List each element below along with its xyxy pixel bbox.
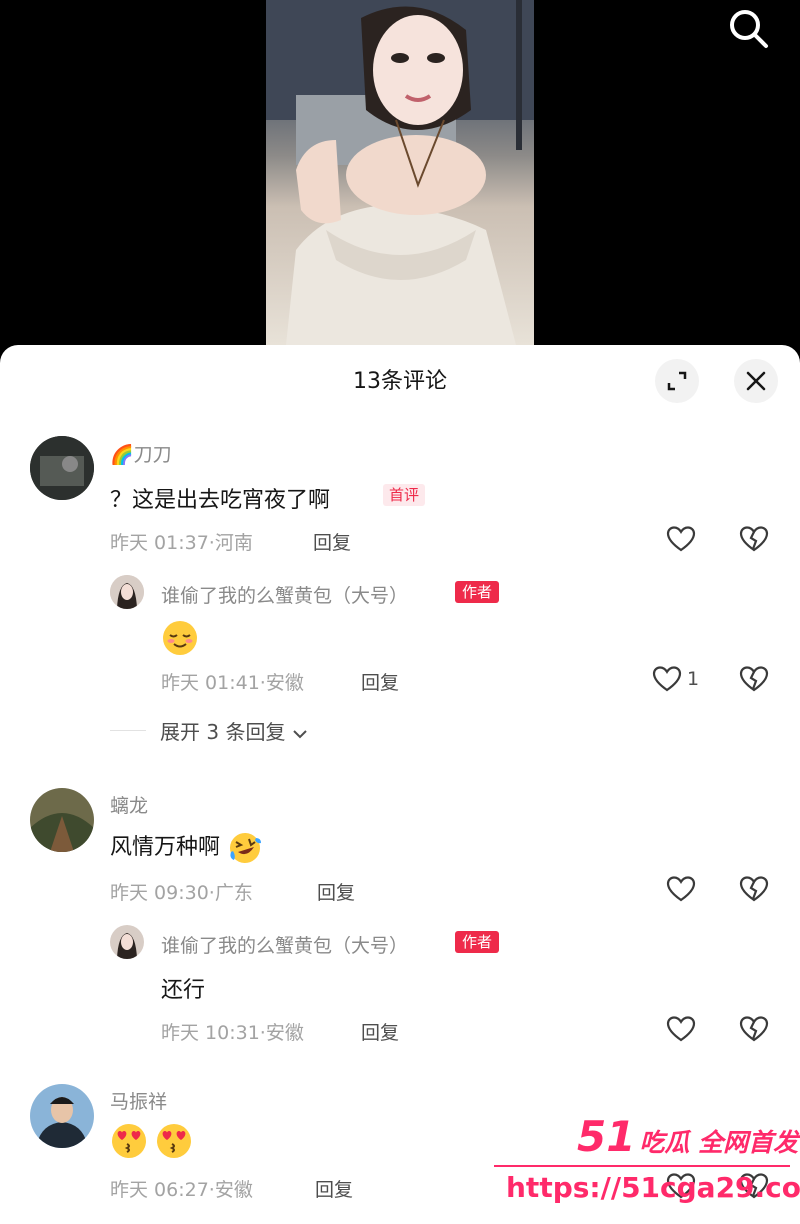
close-icon: [746, 371, 766, 391]
first-comment-badge: 首评: [383, 484, 426, 506]
reply-button[interactable]: 回复: [317, 878, 355, 905]
comment-sheet: 13条评论 🌈刀刀 ？这是出去吃宵夜了啊 首评 昨天 01:37·河南 回复 谁…: [0, 345, 800, 1224]
watermark-tagline: 吃瓜 全网首发: [639, 1128, 799, 1157]
reply-button[interactable]: 回复: [361, 668, 399, 695]
heart-icon[interactable]: [665, 523, 697, 555]
watermark-title: 51 吃瓜 全网首发: [577, 1112, 798, 1161]
like-count: 1: [687, 668, 700, 690]
close-button[interactable]: [734, 359, 778, 403]
reply-username[interactable]: 谁偷了我的么蟹黄包（大号）: [161, 581, 408, 608]
comment-text: ？这是出去吃宵夜了啊: [110, 488, 331, 513]
fullscreen-icon: [667, 371, 687, 391]
reply-button[interactable]: 回复: [313, 528, 351, 555]
broken-heart-icon[interactable]: [738, 1013, 770, 1045]
avatar[interactable]: [30, 1084, 94, 1148]
comment-username[interactable]: 螭龙: [110, 791, 148, 818]
avatar[interactable]: [110, 925, 144, 959]
comment-username[interactable]: 🌈刀刀: [110, 440, 172, 467]
heart-icon[interactable]: [665, 873, 697, 905]
comment-meta: 昨天 06:27·安徽: [110, 1179, 253, 1201]
search-icon[interactable]: [726, 6, 770, 50]
heart-eyes-face-icon: [112, 1124, 146, 1158]
reply-text: [161, 619, 199, 657]
expand-sheet-button[interactable]: [655, 359, 699, 403]
heart-icon[interactable]: [651, 663, 683, 695]
expand-replies-button[interactable]: 展开 3 条回复: [160, 716, 308, 745]
avatar[interactable]: [110, 575, 144, 609]
watermark-number: 51: [577, 1112, 636, 1161]
video-area[interactable]: [0, 0, 800, 345]
watermark-divider: [494, 1165, 790, 1167]
video-frame[interactable]: [266, 0, 534, 345]
broken-heart-icon[interactable]: [738, 523, 770, 555]
author-badge: 作者: [455, 931, 500, 953]
reply-button[interactable]: 回复: [315, 1175, 353, 1202]
heart-eyes-face-icon: [157, 1124, 191, 1158]
laughing-crying-face-icon: [230, 833, 262, 863]
comment-meta: 昨天 01:37·河南: [110, 532, 253, 554]
author-badge: 作者: [455, 581, 500, 603]
heart-icon[interactable]: [665, 1013, 697, 1045]
divider: [110, 730, 146, 731]
relieved-face-icon: [163, 621, 197, 655]
reply-meta: 昨天 10:31·安徽: [161, 1022, 304, 1044]
broken-heart-icon[interactable]: [738, 663, 770, 695]
reply-text: 还行: [161, 978, 206, 1003]
comment-text: 风情万种啊: [110, 829, 263, 866]
reply-meta: 昨天 01:41·安徽: [161, 672, 304, 694]
expand-replies-label: 展开 3 条回复: [160, 720, 286, 744]
broken-heart-icon[interactable]: [738, 873, 770, 905]
comment-text: [110, 1122, 193, 1160]
avatar[interactable]: [30, 436, 94, 500]
reply-button[interactable]: 回复: [361, 1018, 399, 1045]
comment-meta: 昨天 09:30·广东: [110, 882, 253, 904]
watermark-url: https://51cga29.com: [506, 1171, 800, 1204]
avatar[interactable]: [30, 788, 94, 852]
comment-username[interactable]: 马振祥: [110, 1087, 167, 1114]
chevron-down-icon: [293, 729, 307, 738]
reply-username[interactable]: 谁偷了我的么蟹黄包（大号）: [161, 931, 408, 958]
comment-text-label: 风情万种啊: [110, 835, 221, 860]
